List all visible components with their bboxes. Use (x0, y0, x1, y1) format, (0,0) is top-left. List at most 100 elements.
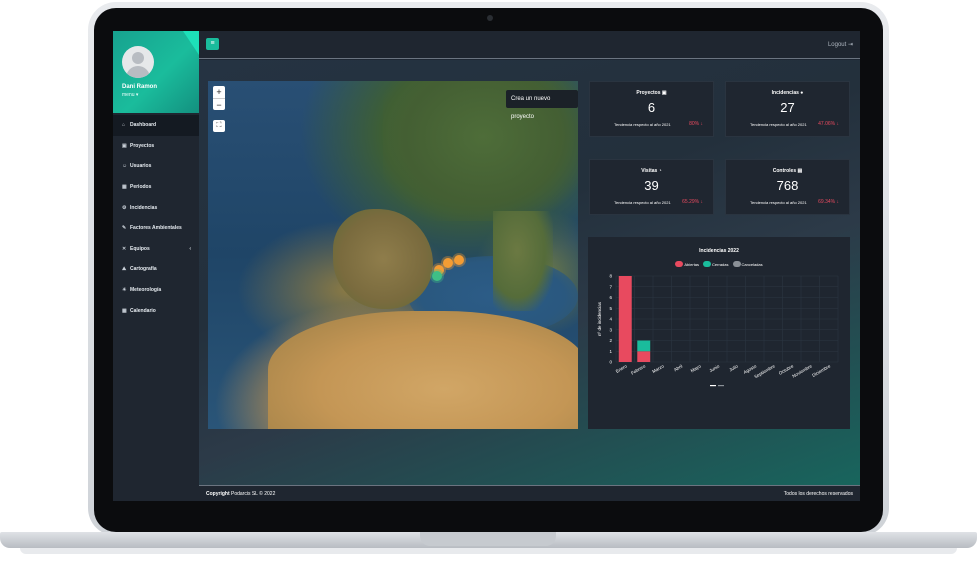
camera-icon (487, 15, 493, 21)
map-land-africa (268, 311, 578, 429)
copyright-label: Copyright (206, 491, 230, 497)
y-tick-label: 8 (609, 274, 612, 279)
y-tick-label: 7 (609, 284, 612, 289)
sidebar-item-icon: ⛰ (122, 266, 127, 273)
zoom-out-button[interactable]: − (213, 98, 225, 110)
x-tick-label: Mayo (690, 363, 702, 373)
fullscreen-button[interactable]: ⛶ (213, 120, 225, 132)
main-content: + − ⛶ Crea un nuevo proyecto Proyectos ▣… (199, 60, 860, 485)
sidebar-item-icon: ▦ (122, 307, 127, 314)
x-tick-label: Marzo (651, 363, 665, 374)
sidebar-item-usuarios[interactable]: ☺ Usuarios (113, 156, 199, 177)
topbar: ≡ Logout ⇥ (199, 31, 860, 59)
laptop-notch (420, 532, 556, 546)
sidebar-nav: ⌂ Dashboard ▣ Proyectos ☺ Usuarios ▦ Periodos ⚙ I… (113, 115, 199, 321)
y-tick-label: 0 (609, 360, 612, 365)
stat-trend: Tendencia respecto al año 2021 (614, 122, 671, 127)
copyright-owner: Podarcis SL © 2022 (229, 491, 276, 497)
user-menu-toggle[interactable]: menu ▾ (122, 92, 138, 98)
y-axis-label: nº de incidencias (597, 301, 602, 336)
sidebar-item-label: Cartografía (130, 266, 157, 273)
y-tick-label: 1 (609, 349, 612, 354)
chart-plot: 0 1 2 3 4 5 6 7 8 nº de incidencias Enero Febrero Ma… (597, 274, 839, 387)
profile-decoration (183, 31, 199, 55)
x-tick-label: Febrero (630, 363, 647, 375)
map[interactable]: + − ⛶ Crea un nuevo proyecto (208, 81, 578, 429)
sidebar-item-label: Usuarios (130, 163, 152, 170)
stat-percent: 80% ↓ (689, 121, 703, 127)
sidebar-item-periodos[interactable]: ▦ Periodos (113, 177, 199, 198)
chevron-left-icon: ‹ (189, 245, 191, 252)
sidebar-item-label: Proyectos (130, 142, 155, 149)
sidebar-item-incidencias[interactable]: ⚙ Incidencias (113, 197, 199, 218)
stat-trend: Tendencia respecto al año 2021 (614, 200, 671, 205)
x-tick-label: Septiembre (753, 363, 776, 379)
sidebar-item-icon: ☺ (122, 163, 128, 170)
sidebar-item-cartograf-a[interactable]: ⛰ Cartografía (113, 259, 199, 280)
menu-toggle-button[interactable]: ≡ (206, 38, 219, 50)
stat-value: 27 (780, 100, 795, 115)
stat-percent: 47.06% ↓ (818, 121, 839, 127)
stat-title: Controles ▤ (772, 168, 803, 174)
app-screen: Dani Ramon menu ▾ ⌂ Dashboard ▣ Proyectos ☺ U… (113, 31, 860, 501)
sidebar-item-icon: ⌂ (122, 122, 126, 129)
bar-abiertas (618, 276, 632, 362)
y-tick-label: 3 (609, 327, 612, 332)
x-tick-label: Noviembre (791, 363, 813, 378)
stat-card-controles: Controles ▤ 768 Tendencia respecto al añ… (725, 159, 850, 215)
sidebar-item-label: Equipos (130, 245, 150, 252)
avatar-head (132, 52, 144, 64)
sidebar-item-icon: ▣ (122, 142, 127, 149)
sidebar-item-label: Factores Ambientales (130, 225, 182, 232)
sidebar-item-label: Incidencias (130, 204, 158, 211)
sidebar: Dani Ramon menu ▾ ⌂ Dashboard ▣ Proyectos ☺ U… (113, 31, 199, 501)
x-tick-label: Diciembre (811, 363, 831, 378)
x-tick-label: Abril (673, 364, 683, 373)
footer-copyright: Copyright Podarcis SL © 2022 (206, 491, 275, 497)
sidebar-item-icon: ⚙ (122, 204, 127, 211)
sidebar-item-calendario[interactable]: ▦ Calendario (113, 300, 199, 321)
user-name: Dani Ramon (122, 84, 158, 90)
sidebar-item-icon: ▦ (122, 184, 127, 191)
x-tick-label: Julio (728, 363, 739, 372)
map-marker[interactable] (454, 255, 464, 265)
stat-value: 6 (647, 100, 656, 115)
new-project-button[interactable]: Crea un nuevo proyecto (506, 90, 578, 120)
stat-card-proyectos: Proyectos ▣ 6 Tendencia respecto al año … (589, 81, 714, 137)
stat-value: 768 (776, 178, 799, 193)
sidebar-item-label: Dashboard (130, 122, 157, 129)
sidebar-item-factores-ambientales[interactable]: ✎ Factores Ambientales (113, 218, 199, 239)
laptop-frame: Dani Ramon menu ▾ ⌂ Dashboard ▣ Proyectos ☺ U… (0, 0, 977, 564)
avatar[interactable] (122, 46, 154, 78)
bar-cerradas (637, 340, 651, 352)
y-tick-label: 5 (609, 306, 612, 311)
sidebar-item-label: Meteorología (130, 287, 162, 294)
sidebar-item-equipos[interactable]: ✕ Equipos ‹ (113, 239, 199, 260)
y-tick-label: 4 (609, 317, 612, 322)
zoom-in-button[interactable]: + (213, 86, 225, 98)
x-tick-label: Junio (708, 363, 720, 373)
sidebar-item-dashboard[interactable]: ⌂ Dashboard (113, 115, 199, 136)
chart-scroll-indicator (710, 385, 716, 387)
sidebar-item-meteorolog-a[interactable]: ☀ Meteorología (113, 280, 199, 301)
map-marker[interactable] (432, 271, 442, 281)
chart-scroll-indicator (718, 385, 724, 387)
bar-abiertas (637, 351, 651, 362)
stat-value: 39 (644, 178, 659, 193)
avatar-body (126, 66, 150, 78)
stat-trend: Tendencia respecto al año 2021 (750, 122, 807, 127)
sidebar-item-icon: ☀ (122, 287, 127, 294)
zoom-control: + − (213, 86, 225, 110)
laptop-foot (20, 548, 957, 554)
x-tick-label: Enero (615, 363, 628, 374)
map-land-iberia (333, 209, 433, 309)
logout-link[interactable]: Logout ⇥ (828, 41, 853, 48)
sidebar-item-proyectos[interactable]: ▣ Proyectos (113, 136, 199, 157)
incidents-chart-card: Incidencias 2022 Abiertas Cerradas Cancela… (588, 237, 850, 429)
stat-trend: Tendencia respecto al año 2021 (750, 200, 807, 205)
sidebar-item-icon: ✕ (122, 245, 127, 252)
map-marker[interactable] (443, 258, 453, 268)
map-land-italy (493, 211, 553, 311)
stat-title: Proyectos ▣ (636, 90, 667, 96)
stat-percent: 69.34% ↓ (818, 199, 839, 205)
